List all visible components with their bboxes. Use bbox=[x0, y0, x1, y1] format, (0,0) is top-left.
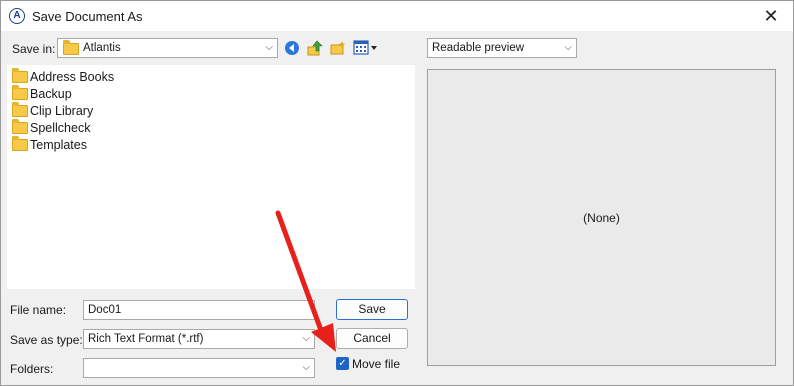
file-name: Address Books bbox=[30, 70, 115, 84]
folder-icon bbox=[63, 40, 79, 55]
close-button[interactable]: ✕ bbox=[749, 1, 793, 31]
preview-mode-dropdown[interactable]: Readable preview ⌵ bbox=[427, 38, 577, 58]
up-one-level-icon[interactable] bbox=[307, 40, 323, 56]
folder-icon bbox=[12, 136, 28, 151]
list-item[interactable]: Templates bbox=[12, 136, 87, 155]
file-name: Backup bbox=[30, 87, 72, 101]
file-name: Clip Library bbox=[30, 104, 94, 118]
app-logo-icon: A bbox=[9, 8, 25, 24]
back-icon[interactable] bbox=[284, 40, 300, 56]
folder-icon bbox=[12, 119, 28, 134]
list-item[interactable]: Backup bbox=[12, 85, 72, 104]
save-as-type-dropdown[interactable]: Rich Text Format (*.rtf) ⌵ bbox=[83, 329, 315, 349]
preview-pane: (None) bbox=[427, 69, 776, 366]
save-button[interactable]: Save bbox=[336, 299, 408, 320]
save-dialog: A Save Document As ✕ Save in: Atlantis ⌵ bbox=[0, 0, 794, 386]
save-in-value: Atlantis bbox=[83, 42, 121, 54]
folder-icon bbox=[12, 102, 28, 117]
folders-dropdown[interactable]: ⌵ bbox=[83, 358, 315, 378]
chevron-down-icon: ⌵ bbox=[265, 42, 273, 53]
file-name-input[interactable]: Doc01 bbox=[83, 300, 315, 320]
chevron-down-icon: ⌵ bbox=[302, 333, 310, 344]
preview-mode-value: Readable preview bbox=[432, 42, 525, 54]
file-name: Spellcheck bbox=[30, 121, 91, 135]
view-menu-icon[interactable] bbox=[353, 40, 379, 56]
save-as-type-label: Save as type: bbox=[10, 333, 83, 347]
file-name-value: Doc01 bbox=[88, 304, 122, 316]
folder-icon bbox=[12, 68, 28, 83]
chevron-down-icon: ⌵ bbox=[302, 362, 310, 373]
cancel-button[interactable]: Cancel bbox=[336, 328, 408, 349]
save-in-dropdown[interactable]: Atlantis ⌵ bbox=[57, 38, 278, 58]
chevron-down-icon: ⌵ bbox=[564, 42, 572, 53]
file-list[interactable]: Address Books Backup Clip Library Spellc… bbox=[7, 65, 415, 289]
folders-label: Folders: bbox=[10, 362, 54, 376]
file-name: Templates bbox=[30, 138, 87, 152]
list-item[interactable]: Clip Library bbox=[12, 102, 94, 121]
move-file-label[interactable]: Move file bbox=[352, 357, 400, 371]
title-bar: A Save Document As ✕ bbox=[1, 1, 793, 31]
new-folder-icon[interactable] bbox=[330, 40, 346, 56]
save-as-type-value: Rich Text Format (*.rtf) bbox=[88, 333, 204, 345]
list-item[interactable]: Spellcheck bbox=[12, 119, 91, 138]
file-name-label: File name: bbox=[10, 303, 67, 317]
save-in-label: Save in: bbox=[12, 42, 56, 56]
window-title: Save Document As bbox=[32, 9, 143, 24]
preview-content: (None) bbox=[583, 211, 620, 225]
move-file-checkbox[interactable]: ✓ bbox=[336, 357, 349, 370]
list-item[interactable]: Address Books bbox=[12, 68, 115, 87]
folder-icon bbox=[12, 85, 28, 100]
